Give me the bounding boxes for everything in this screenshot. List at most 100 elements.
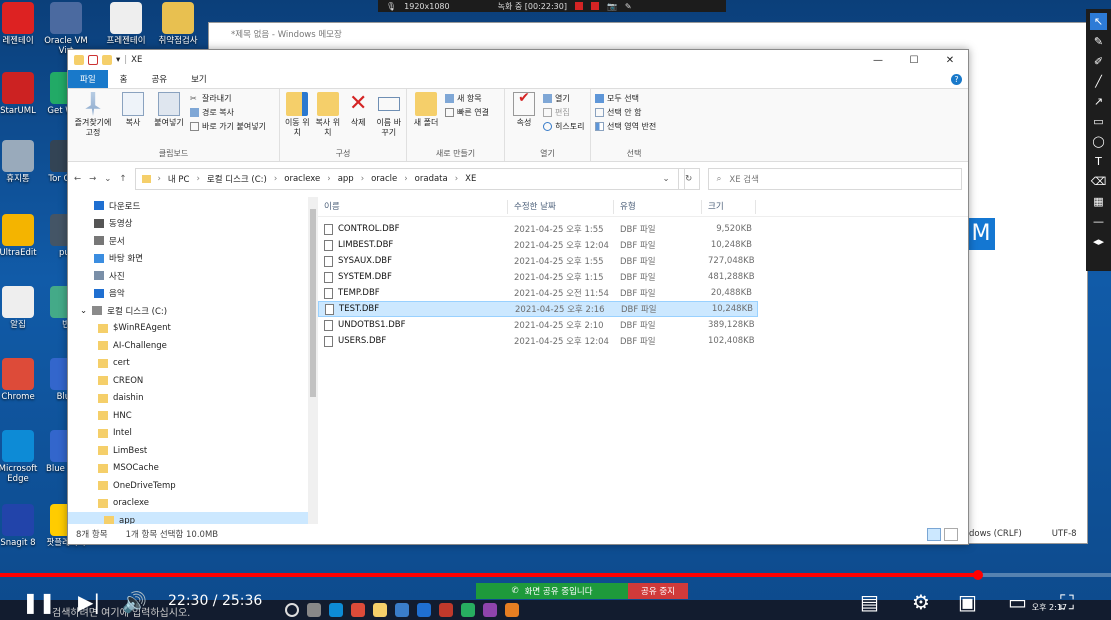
minimize-button[interactable]: — <box>860 50 896 70</box>
breadcrumb-item[interactable]: XE <box>465 174 476 184</box>
file-list[interactable]: 이름 수정한 날짜 유형 크기 CONTROL.DBF 2021-04-25 오후… <box>318 197 968 524</box>
next-icon[interactable]: ▶| <box>78 590 100 614</box>
copy-path-button[interactable]: 경로 복사 <box>190 107 266 118</box>
nav-scroll-thumb[interactable] <box>310 209 316 397</box>
clear-icon[interactable]: ▦ <box>1090 193 1107 210</box>
new-folder-quick-icon[interactable] <box>102 55 112 65</box>
nav-item[interactable]: 동영상 <box>68 215 318 233</box>
explorer-window[interactable]: ▾ | XE — ☐ ✕ 파일 홈 공유 보기 ? 즐겨찾기에 고정 복사 붙여… <box>67 49 969 545</box>
desktop-shortcut[interactable]: 프레젠테이 <box>98 2 154 46</box>
nav-item[interactable]: 음악 <box>68 285 318 303</box>
nav-item[interactable]: oraclexe <box>68 495 318 513</box>
copy-to-button[interactable]: 복사 위치 <box>315 92 342 147</box>
large-icons-view-button[interactable] <box>944 528 958 541</box>
file-row[interactable]: LIMBEST.DBF 2021-04-25 오후 12:04 DBF 파일 10,2… <box>318 237 968 253</box>
nav-item[interactable]: 문서 <box>68 232 318 250</box>
nav-item[interactable]: $WinREAgent <box>68 320 318 338</box>
breadcrumb-item[interactable]: 내 PC <box>168 173 190 185</box>
col-date[interactable]: 수정한 날짜 <box>508 199 614 214</box>
breadcrumb-separator-icon[interactable]: › <box>327 174 330 184</box>
address-dropdown-icon[interactable]: ⌄ <box>663 174 670 184</box>
video-scrubber[interactable] <box>973 570 983 580</box>
nav-item[interactable]: daishin <box>68 390 318 408</box>
nav-item[interactable]: MSOCache <box>68 460 318 478</box>
file-row[interactable]: CONTROL.DBF 2021-04-25 오후 1:55 DBF 파일 9,520… <box>318 221 968 237</box>
file-row[interactable]: TEST.DBF 2021-04-25 오후 2:16 DBF 파일 10,248KB <box>318 301 758 317</box>
select-none-button[interactable]: 선택 안 함 <box>595 107 656 118</box>
chevron-down-icon[interactable]: ▾ <box>116 55 120 65</box>
invert-selection-button[interactable]: 선택 영역 반전 <box>595 121 656 132</box>
history-button[interactable]: 히스토리 <box>543 121 584 132</box>
file-row[interactable]: UNDOTBS1.DBF 2021-04-25 오후 2:10 DBF 파일 389,… <box>318 317 968 333</box>
chevron-down-icon[interactable]: ⌄ <box>80 306 87 316</box>
breadcrumb-item[interactable]: app <box>338 174 354 184</box>
col-size[interactable]: 크기 <box>702 199 756 214</box>
breadcrumb-separator-icon[interactable]: › <box>158 174 161 184</box>
file-row[interactable]: TEMP.DBF 2021-04-25 오전 11:54 DBF 파일 20,488K… <box>318 285 968 301</box>
edit-button[interactable]: 편집 <box>543 107 584 118</box>
nav-item[interactable]: ⌄ 로컬 디스크 (C:) <box>68 302 318 320</box>
paste-shortcut-button[interactable]: 바로 가기 붙여넣기 <box>190 121 266 132</box>
file-row[interactable]: USERS.DBF 2021-04-25 오후 12:04 DBF 파일 102,40… <box>318 333 968 349</box>
pause-icon[interactable] <box>574 2 583 10</box>
delete-button[interactable]: ✕ 삭제 <box>345 92 372 147</box>
nav-item[interactable]: 사진 <box>68 267 318 285</box>
pen-icon[interactable]: ✎ <box>1090 33 1107 50</box>
close-button[interactable]: ✕ <box>932 50 968 70</box>
desktop-shortcut[interactable]: Oracle VM Virt <box>38 2 94 56</box>
pin-button[interactable]: 즐겨찾기에 고정 <box>72 92 114 147</box>
cut-button[interactable]: ✂ 잘라내기 <box>190 93 266 104</box>
text-icon[interactable]: T <box>1090 153 1107 170</box>
stop-icon[interactable] <box>590 2 599 10</box>
miniplayer-icon[interactable]: ▣ <box>958 590 977 614</box>
tab-file[interactable]: 파일 <box>68 70 108 88</box>
breadcrumb-separator-icon[interactable]: › <box>197 174 200 184</box>
nav-item[interactable]: AI-Challenge <box>68 337 318 355</box>
paste-button[interactable]: 붙여넣기 <box>152 92 186 147</box>
cursor-icon[interactable]: ↖ <box>1090 13 1107 30</box>
breadcrumb-separator-icon[interactable]: › <box>361 174 364 184</box>
forward-arrow-icon[interactable]: → <box>89 174 96 184</box>
breadcrumb-separator-icon[interactable]: › <box>404 174 407 184</box>
breadcrumb-item[interactable]: oraclexe <box>284 174 320 184</box>
nav-item[interactable]: CREON <box>68 372 318 390</box>
ellipse-icon[interactable]: ◯ <box>1090 133 1107 150</box>
pause-icon[interactable]: ❚❚ <box>22 590 56 614</box>
col-name[interactable]: 이름 <box>318 199 508 214</box>
recent-chevron-icon[interactable]: ⌄ <box>104 174 111 184</box>
nav-item[interactable]: 다운로드 <box>68 197 318 215</box>
minimize-toolbar-icon[interactable]: — <box>1090 213 1107 230</box>
search-input[interactable]: ⌕ XE 검색 <box>707 168 962 190</box>
volume-icon[interactable]: 🔊 <box>122 590 147 614</box>
nav-item[interactable]: app <box>68 512 318 524</box>
back-arrow-icon[interactable]: ← <box>74 174 81 184</box>
copy-button[interactable]: 복사 <box>118 92 148 147</box>
navigation-pane[interactable]: 다운로드 동영상 문서 바탕 화면 사진 음악 ⌄ 로컬 디스크 (C:) $WinREAgen… <box>68 197 318 524</box>
col-type[interactable]: 유형 <box>614 199 702 214</box>
new-folder-button[interactable]: 새 폴더 <box>411 92 441 147</box>
properties-button[interactable]: ✔ 속성 <box>509 91 539 147</box>
move-to-button[interactable]: 이동 위치 <box>284 92 311 147</box>
line-icon[interactable]: ╱ <box>1090 73 1107 90</box>
rectangle-icon[interactable]: ▭ <box>1090 113 1107 130</box>
theater-icon[interactable]: ▭ <box>1008 590 1027 614</box>
rename-button[interactable]: 이름 바꾸기 <box>376 92 403 147</box>
more-icon[interactable]: ◂▸ <box>1090 233 1107 250</box>
maximize-button[interactable]: ☐ <box>896 50 932 70</box>
properties-quick-icon[interactable] <box>88 55 98 65</box>
nav-item[interactable]: Intel <box>68 425 318 443</box>
breadcrumb-item[interactable]: oradata <box>415 174 448 184</box>
gear-icon[interactable]: ⚙ <box>912 590 930 614</box>
nav-item[interactable]: cert <box>68 355 318 373</box>
subtitles-icon[interactable]: ▤ <box>860 590 879 614</box>
breadcrumb-item[interactable]: 로컬 디스크 (C:) <box>207 173 267 185</box>
desktop-shortcut[interactable]: 취약점검사 <box>150 2 206 46</box>
camera-icon[interactable]: 📷 <box>607 2 617 11</box>
up-arrow-icon[interactable]: ↑ <box>119 174 126 184</box>
titlebar[interactable]: ▾ | XE — ☐ ✕ <box>68 50 968 70</box>
breadcrumb-item[interactable]: oracle <box>371 174 397 184</box>
nav-item[interactable]: LimBest <box>68 442 318 460</box>
refresh-button[interactable]: ↻ <box>677 168 700 190</box>
tab-view[interactable]: 보기 <box>179 70 219 88</box>
fullscreen-icon[interactable]: ⛶ <box>1060 590 1074 614</box>
